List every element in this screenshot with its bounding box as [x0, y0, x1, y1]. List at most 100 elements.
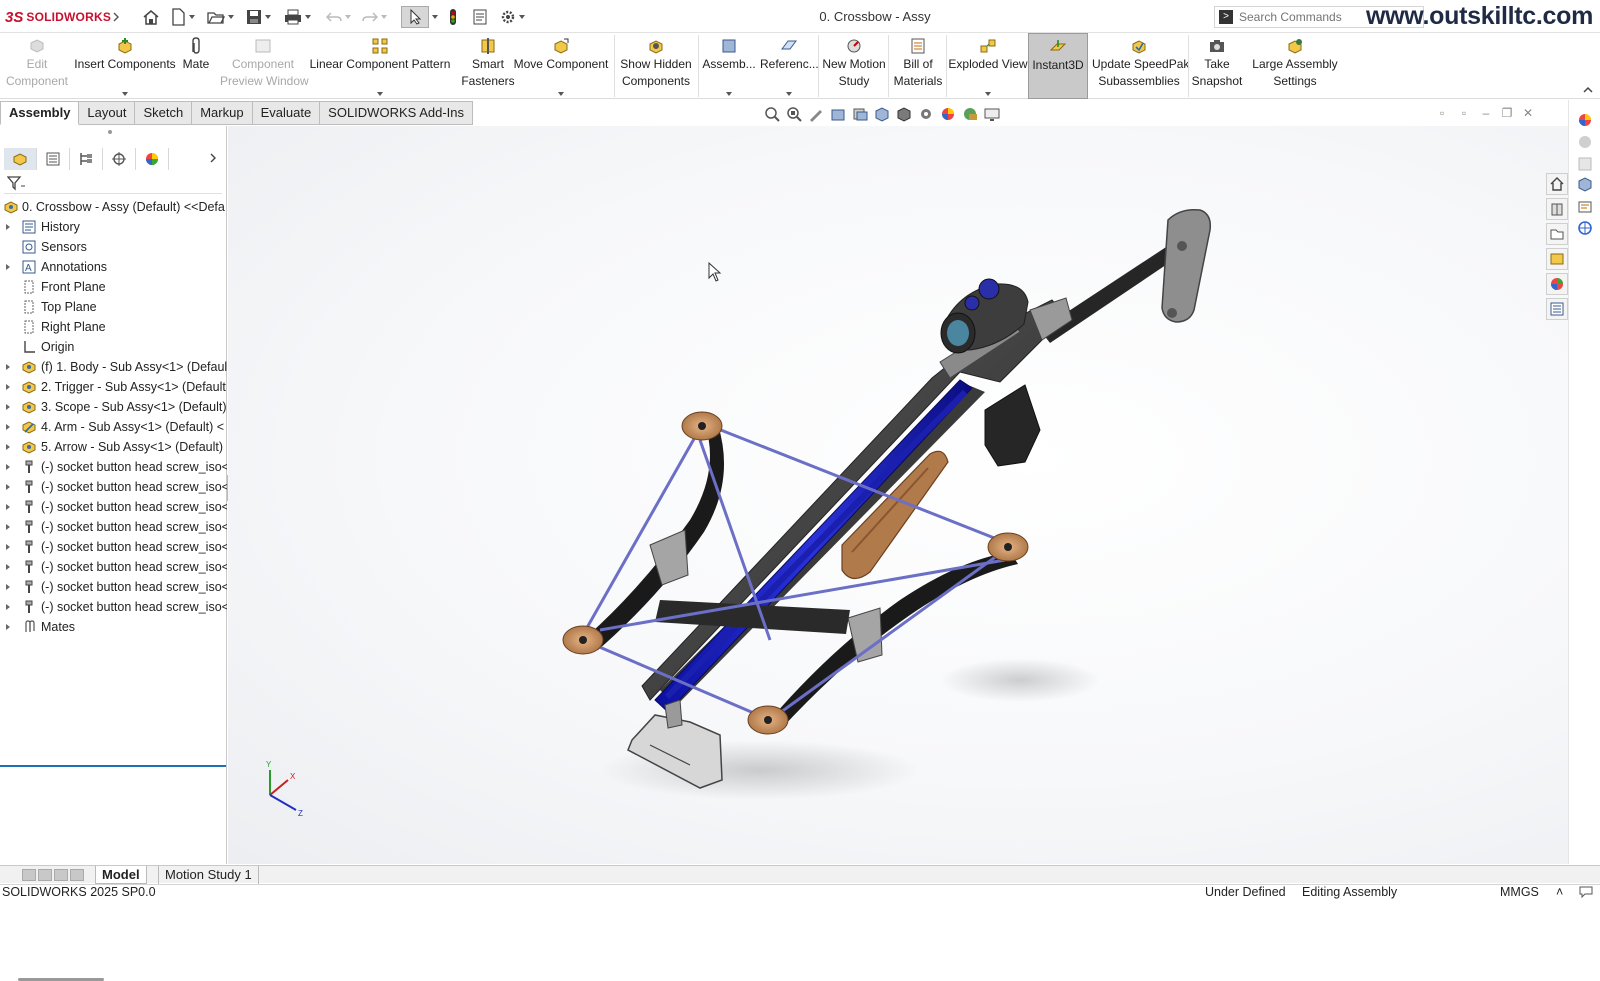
tree-filter[interactable]: [4, 172, 222, 194]
undo-icon[interactable]: [326, 6, 351, 28]
collapse-ribbon-icon[interactable]: [1582, 84, 1594, 96]
graphics-area[interactable]: Y X Z: [228, 126, 1568, 864]
tree-root-assembly[interactable]: 0. Crossbow - Assy (Default) <<Defa: [0, 197, 227, 217]
hide-show-items-icon[interactable]: [918, 106, 934, 122]
panel-grip[interactable]: [108, 130, 112, 134]
crossbow-model[interactable]: Y X Z: [228, 126, 1568, 864]
expand-arrow-icon[interactable]: [6, 504, 10, 510]
previous-view-icon[interactable]: [808, 106, 824, 122]
menu-expand-icon[interactable]: [111, 6, 121, 28]
expand-arrow-icon[interactable]: [6, 624, 10, 630]
move-component-button[interactable]: Move Component: [510, 33, 612, 99]
new-motion-study-button[interactable]: New Motion Study: [820, 33, 888, 99]
rebuild-icon[interactable]: [448, 6, 458, 28]
tab-solidworks-add-ins[interactable]: SOLIDWORKS Add-Ins: [320, 101, 473, 125]
expand-arrow-icon[interactable]: [6, 564, 10, 570]
tree-item-mates[interactable]: Mates: [0, 617, 227, 637]
tab-assembly[interactable]: Assembly: [0, 101, 80, 125]
select-dropdown-icon[interactable]: [429, 6, 438, 28]
custom-properties-icon[interactable]: [1546, 298, 1568, 320]
expand-arrow-icon[interactable]: [6, 524, 10, 530]
linear-component-pattern-button[interactable]: Linear Component Pattern: [308, 33, 452, 99]
zoom-to-area-icon[interactable]: [786, 106, 802, 122]
expand-arrow-icon[interactable]: [6, 444, 10, 450]
view-settings-icon[interactable]: [984, 106, 1000, 122]
tree-item-3-scope-sub-assy-1-default[interactable]: 3. Scope - Sub Assy<1> (Default): [0, 397, 227, 417]
tree-item-socket-button-head-screw-iso[interactable]: (-) socket button head screw_iso<: [0, 477, 227, 497]
last-tab-icon[interactable]: [70, 869, 84, 881]
tab-sketch[interactable]: Sketch: [135, 101, 193, 125]
redo-icon[interactable]: [362, 6, 387, 28]
solidworks-resources-icon[interactable]: [1577, 112, 1593, 131]
view-palette-icon[interactable]: [1546, 248, 1568, 270]
linear-pattern-dropdown-icon[interactable]: [377, 92, 383, 96]
tree-item-socket-button-head-screw-iso[interactable]: (-) socket button head screw_iso<: [0, 577, 227, 597]
edit-appearance-icon[interactable]: [940, 106, 956, 122]
filter-icon[interactable]: [7, 175, 25, 191]
units-dropdown-icon[interactable]: ˄: [1556, 885, 1563, 900]
section-view-icon[interactable]: [830, 106, 846, 122]
tab-motion-study-1[interactable]: Motion Study 1: [158, 866, 259, 884]
show-hidden-components-button[interactable]: Show Hidden Components: [616, 33, 696, 99]
tree-item-socket-button-head-screw-iso[interactable]: (-) socket button head screw_iso<: [0, 557, 227, 577]
tree-item-5-arrow-sub-assy-1-default[interactable]: 5. Arrow - Sub Assy<1> (Default): [0, 437, 227, 457]
expand-arrow-icon[interactable]: [6, 604, 10, 610]
tree-item-front-plane[interactable]: Front Plane: [0, 277, 227, 297]
minimize-window-icon[interactable]: –: [1480, 107, 1492, 119]
tree-item-top-plane[interactable]: Top Plane: [0, 297, 227, 317]
bill-of-materials-button[interactable]: Bill of Materials: [890, 33, 946, 99]
file-explorer-tab-icon[interactable]: [1577, 177, 1593, 196]
tree-item-origin[interactable]: Origin: [0, 337, 227, 357]
next-tab-icon[interactable]: [54, 869, 68, 881]
large-assembly-settings-button[interactable]: Large Assembly Settings: [1248, 33, 1342, 99]
expand-arrow-icon[interactable]: [6, 384, 10, 390]
tab-evaluate[interactable]: Evaluate: [252, 101, 321, 125]
pistol-grip[interactable]: [984, 384, 1041, 467]
previous-tab-icon[interactable]: [38, 869, 52, 881]
assembly-features-dropdown-icon[interactable]: [726, 92, 732, 96]
expand-arrow-icon[interactable]: [6, 424, 10, 430]
move-component-dropdown-icon[interactable]: [558, 92, 564, 96]
solidworks-logo[interactable]: 3S SOLIDWORKS: [5, 7, 111, 27]
tree-item-f-1-body-sub-assy-1-defaul[interactable]: (f) 1. Body - Sub Assy<1> (Defaul: [0, 357, 227, 377]
3dexperience-icon[interactable]: [1577, 134, 1593, 153]
featuremanager-tab-icon[interactable]: [4, 148, 37, 170]
exploded-view-button[interactable]: Exploded View: [948, 33, 1028, 99]
restore-window-icon[interactable]: ❐: [1501, 107, 1513, 119]
file-explorer-icon[interactable]: [1546, 223, 1568, 245]
component-preview-window-button[interactable]: Component Preview Window: [220, 33, 309, 99]
expand-arrow-icon[interactable]: [6, 264, 10, 270]
expand-panel-chevron-icon[interactable]: [208, 152, 222, 166]
display-style-icon[interactable]: [896, 106, 912, 122]
edit-component-button[interactable]: Edit Component: [4, 33, 70, 99]
insert-components-dropdown-icon[interactable]: [122, 92, 128, 96]
expand-arrow-icon[interactable]: [6, 404, 10, 410]
insert-components-button[interactable]: Insert Components: [74, 33, 176, 99]
configurationmanager-tab-icon[interactable]: [70, 148, 103, 170]
apply-scene-icon[interactable]: [962, 106, 978, 122]
tree-item-socket-button-head-screw-iso[interactable]: (-) socket button head screw_iso<: [0, 517, 227, 537]
print-icon[interactable]: [284, 6, 311, 28]
view-orientation-icon[interactable]: [874, 106, 890, 122]
file-properties-icon[interactable]: [472, 6, 488, 28]
appearances-tab-icon[interactable]: [1577, 220, 1593, 239]
dimxpertmanager-tab-icon[interactable]: [103, 148, 136, 170]
home-view-icon[interactable]: [1546, 173, 1568, 195]
tree-item-annotations[interactable]: A Annotations: [0, 257, 227, 277]
appearances-icon[interactable]: [1546, 273, 1568, 295]
tab-markup[interactable]: Markup: [192, 101, 253, 125]
update-speedpak-button[interactable]: Update SpeedPak Subassemblies: [1092, 33, 1189, 99]
tree-item-right-plane[interactable]: Right Plane: [0, 317, 227, 337]
save-icon[interactable]: [246, 6, 271, 28]
design-library-tab-icon[interactable]: [1577, 156, 1593, 175]
tree-item-4-arm-sub-assy-1-default[interactable]: 4. Arm - Sub Assy<1> (Default) <: [0, 417, 227, 437]
expand-arrow-icon[interactable]: [6, 484, 10, 490]
view-palette-tab-icon[interactable]: [1577, 199, 1593, 218]
tree-item-socket-button-head-screw-iso[interactable]: (-) socket button head screw_iso<: [0, 497, 227, 517]
reference-geometry-button[interactable]: Referenc...: [760, 33, 819, 99]
unit-system-status[interactable]: MMGS: [1500, 885, 1539, 900]
displaymanager-tab-icon[interactable]: [136, 148, 169, 170]
tree-item-2-trigger-sub-assy-1-default[interactable]: 2. Trigger - Sub Assy<1> (Default: [0, 377, 227, 397]
select-arrow-icon[interactable]: [401, 6, 429, 28]
close-window-icon[interactable]: ✕: [1522, 107, 1534, 119]
